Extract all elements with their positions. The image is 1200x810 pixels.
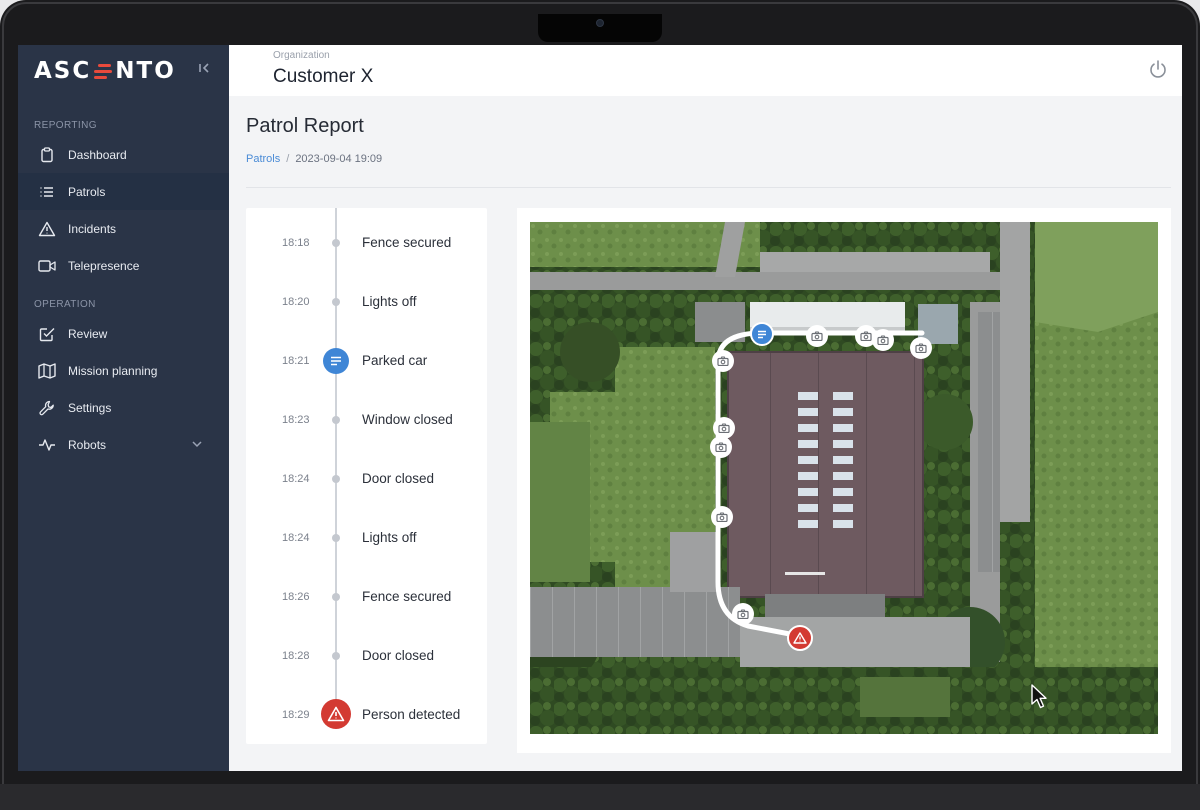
logo-text-left: ASC <box>34 58 92 84</box>
timeline-dot <box>332 652 340 660</box>
timeline-item[interactable]: 18:18 Fence secured <box>246 223 487 263</box>
timeline-item[interactable]: 18:24 Lights off <box>246 518 487 558</box>
section-title-reporting: REPORTING <box>34 120 97 131</box>
logout-button[interactable] <box>1147 58 1169 80</box>
timeline-label: Lights off <box>362 294 417 309</box>
sidebar-item-label: Patrols <box>68 184 106 199</box>
timeline-label: Fence secured <box>362 589 452 604</box>
laptop-chin <box>0 784 1200 810</box>
breadcrumb: Patrols / 2023-09-04 19:09 <box>246 153 382 165</box>
timeline-time: 18:21 <box>282 355 310 367</box>
camera-marker-icon[interactable] <box>710 436 732 458</box>
map-card <box>517 208 1171 753</box>
sidebar-item-label: Review <box>68 326 108 341</box>
camera-marker-icon[interactable] <box>712 350 734 372</box>
timeline-time: 18:24 <box>282 473 310 485</box>
camera-marker-icon[interactable] <box>711 506 733 528</box>
timeline-time: 18:24 <box>282 532 310 544</box>
timeline-time: 18:29 <box>282 709 310 721</box>
sidebar-item-settings[interactable]: Settings <box>18 389 229 426</box>
logo-text-right: NTO <box>115 58 176 84</box>
top-bar: Organization Customer X <box>229 45 1182 96</box>
camera-marker-icon[interactable] <box>806 325 828 347</box>
sidebar-item-review[interactable]: Review <box>18 315 229 352</box>
camera-marker-icon[interactable] <box>872 329 894 351</box>
timeline-item[interactable]: 18:28 Door closed <box>246 636 487 676</box>
timeline-dot <box>332 593 340 601</box>
alert-icon <box>321 699 351 729</box>
power-icon <box>1150 60 1166 78</box>
sidebar-item-telepresence[interactable]: Telepresence <box>18 247 229 284</box>
patrol-map[interactable] <box>530 222 1158 734</box>
clipboard-icon <box>38 146 56 164</box>
alert-marker-icon[interactable] <box>787 625 813 651</box>
timeline-time: 18:28 <box>282 650 310 662</box>
timeline-time: 18:23 <box>282 414 310 426</box>
sidebar-item-label: Dashboard <box>68 147 127 162</box>
timeline-time: 18:26 <box>282 591 310 603</box>
sidebar-item-label: Robots <box>68 437 107 452</box>
timeline-label: Door closed <box>362 648 435 663</box>
divider <box>246 187 1171 188</box>
satellite-map-image <box>530 222 1158 734</box>
organization-label: Organization <box>273 50 330 61</box>
timeline-item[interactable]: 18:21 Parked car <box>246 341 487 381</box>
sidebar-item-dashboard[interactable]: Dashboard <box>18 136 229 173</box>
note-marker-icon[interactable] <box>750 322 774 346</box>
camera-marker-icon[interactable] <box>910 337 932 359</box>
chevron-down-icon[interactable] <box>190 437 204 451</box>
timeline-label: Window closed <box>362 412 453 427</box>
timeline-dot <box>332 416 340 424</box>
sidebar-item-label: Incidents <box>68 221 117 236</box>
sidebar-item-label: Settings <box>68 400 112 415</box>
note-icon <box>323 348 349 374</box>
timeline-time: 18:18 <box>282 237 310 249</box>
timeline-label: Lights off <box>362 530 417 545</box>
timeline-label: Parked car <box>362 353 428 368</box>
activity-icon <box>38 436 56 454</box>
timeline-time: 18:20 <box>282 296 310 308</box>
warning-icon <box>38 220 56 238</box>
sidebar: ASC NTO REPORTING Dashboard Patrols Inci… <box>18 45 229 771</box>
collapse-sidebar-button[interactable] <box>196 61 212 77</box>
video-icon <box>38 257 56 275</box>
checkbox-edit-icon <box>38 325 56 343</box>
logo-mark-icon <box>92 63 114 79</box>
breadcrumb-patrols-link[interactable]: Patrols <box>246 153 280 165</box>
sidebar-item-label: Mission planning <box>68 363 158 378</box>
timeline-item[interactable]: 18:24 Door closed <box>246 459 487 499</box>
timeline-dot <box>332 475 340 483</box>
breadcrumb-separator: / <box>286 153 290 165</box>
timeline-label: Fence secured <box>362 235 452 250</box>
sidebar-item-patrols[interactable]: Patrols <box>18 173 229 210</box>
timeline-item[interactable]: 18:20 Lights off <box>246 282 487 322</box>
organization-name[interactable]: Customer X <box>273 66 373 88</box>
timeline-dot <box>332 239 340 247</box>
sidebar-item-label: Telepresence <box>68 258 140 273</box>
map-icon <box>38 362 56 380</box>
camera-marker-icon[interactable] <box>732 603 754 625</box>
sidebar-item-incidents[interactable]: Incidents <box>18 210 229 247</box>
breadcrumb-current: 2023-09-04 19:09 <box>295 153 383 165</box>
mouse-cursor-icon <box>1031 684 1047 709</box>
camera-icon <box>596 19 604 27</box>
list-icon <box>38 183 56 201</box>
wrench-icon <box>38 399 56 417</box>
timeline-item[interactable]: 18:29 Person detected <box>246 695 487 735</box>
collapse-left-icon <box>199 63 209 73</box>
patrol-timeline: 18:18 Fence secured 18:20 Lights off 18:… <box>246 208 487 744</box>
timeline-label: Door closed <box>362 471 435 486</box>
section-title-operation: OPERATION <box>34 299 96 310</box>
timeline-dot <box>332 298 340 306</box>
timeline-item[interactable]: 18:23 Window closed <box>246 400 487 440</box>
ascento-logo[interactable]: ASC NTO <box>34 57 176 85</box>
page-title: Patrol Report <box>246 115 364 137</box>
timeline-label: Person detected <box>362 707 461 722</box>
app-screen: ASC NTO REPORTING Dashboard Patrols Inci… <box>18 45 1182 771</box>
timeline-item[interactable]: 18:26 Fence secured <box>246 577 487 617</box>
sidebar-item-mission-planning[interactable]: Mission planning <box>18 352 229 389</box>
sidebar-item-robots[interactable]: Robots <box>18 426 229 463</box>
timeline-dot <box>332 534 340 542</box>
